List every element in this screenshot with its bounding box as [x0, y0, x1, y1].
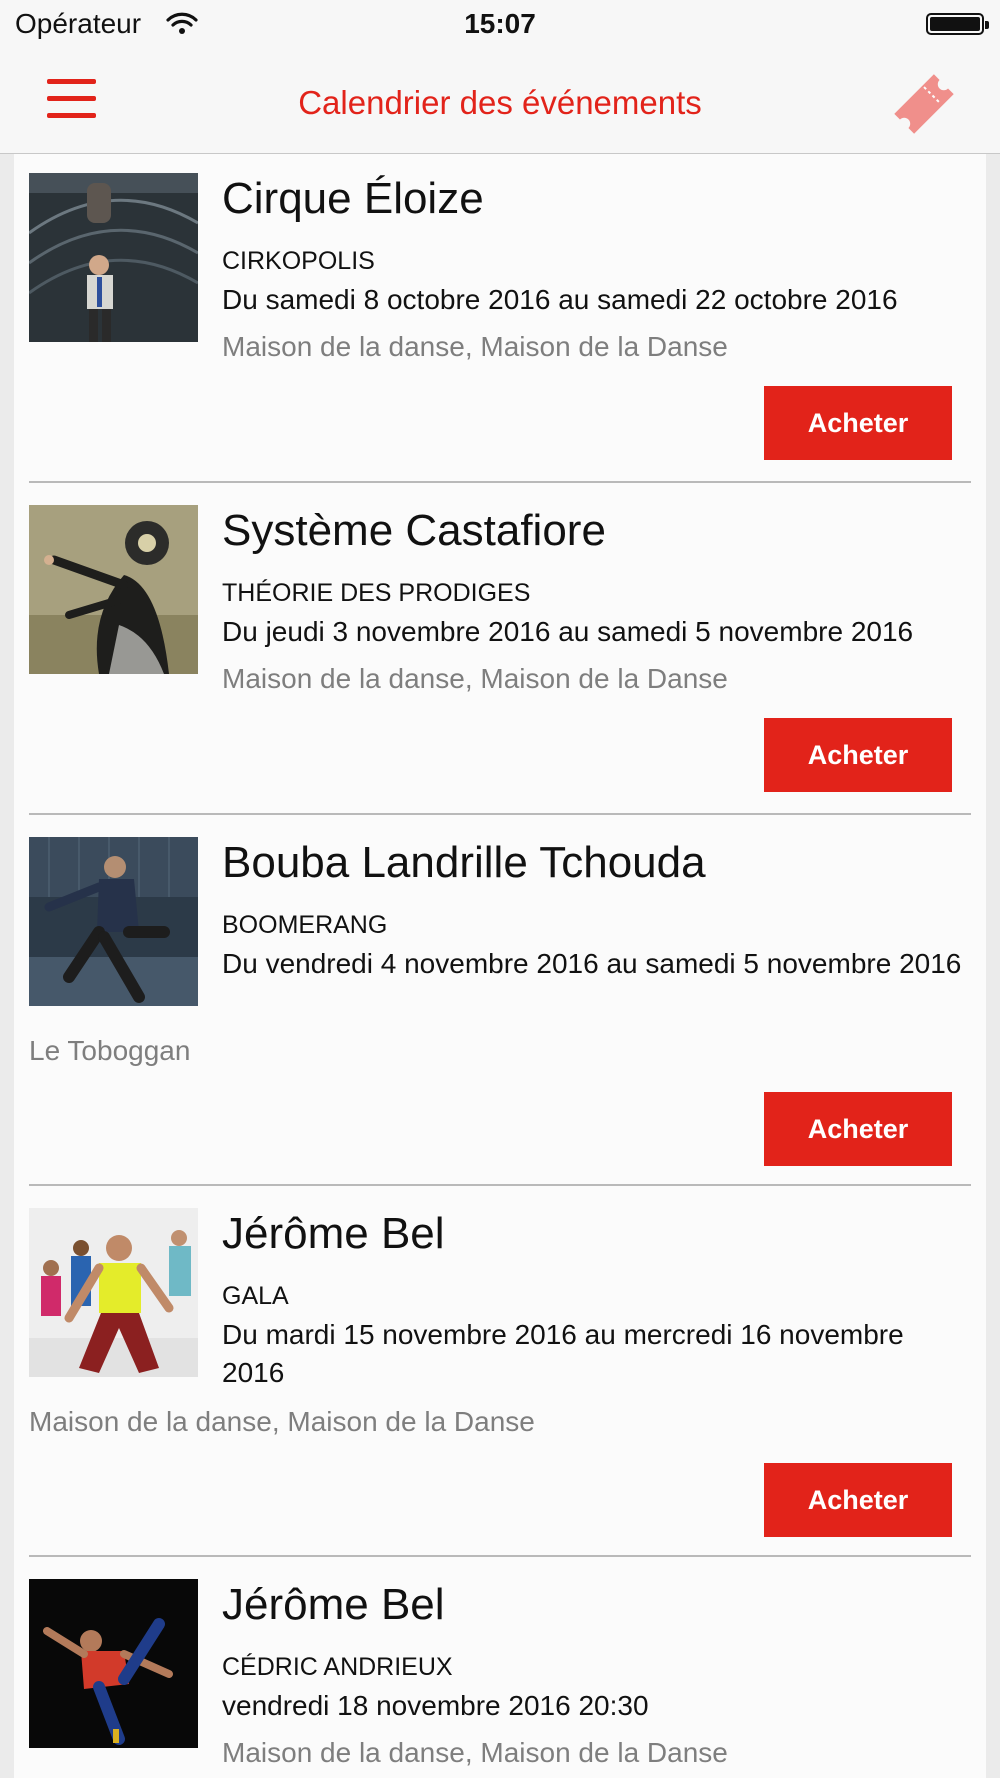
event-item[interactable]: Bouba Landrille Tchouda BOOMERANG Du ven…: [14, 818, 986, 1188]
page-title: Calendrier des événements: [298, 84, 702, 121]
event-date: vendredi 18 novembre 2016 20:30: [222, 1690, 649, 1721]
event-title: Système Castafiore: [222, 506, 606, 555]
event-title: Jérôme Bel: [222, 1209, 445, 1258]
event-title: Cirque Éloize: [222, 174, 484, 223]
event-date: Du vendredi 4 novembre 2016 au samedi 5 …: [222, 948, 962, 979]
event-venue: Maison de la danse, Maison de la Danse: [222, 1737, 728, 1768]
event-subtitle: GALA: [222, 1282, 289, 1310]
buy-button[interactable]: Acheter: [764, 386, 952, 460]
buy-button[interactable]: Acheter: [764, 1092, 952, 1166]
row-divider: [29, 1184, 971, 1186]
event-list[interactable]: Cirque Éloize CIRKOPOLIS Du samedi 8 oct…: [14, 154, 986, 1778]
battery-icon: [926, 13, 989, 35]
event-date: Du jeudi 3 novembre 2016 au samedi 5 nov…: [222, 616, 914, 647]
event-thumbnail: [29, 173, 198, 342]
event-title: Bouba Landrille Tchouda: [222, 838, 706, 887]
event-item[interactable]: Système Castafiore THÉORIE DES PRODIGES …: [14, 486, 986, 814]
event-item[interactable]: Jérôme Bel GALA Du mardi 15 novembre 201…: [14, 1189, 986, 1559]
event-title: Jérôme Bel: [222, 1580, 445, 1629]
event-thumbnail: [29, 505, 198, 674]
event-item[interactable]: Cirque Éloize CIRKOPOLIS Du samedi 8 oct…: [14, 154, 986, 482]
event-item[interactable]: Jérôme Bel CÉDRIC ANDRIEUX vendredi 18 n…: [14, 1560, 986, 1778]
row-divider: [29, 481, 971, 483]
event-subtitle: CÉDRIC ANDRIEUX: [222, 1653, 453, 1681]
status-time: 15:07: [464, 8, 536, 39]
row-divider: [29, 1555, 971, 1557]
event-date: Du samedi 8 octobre 2016 au samedi 22 oc…: [222, 284, 898, 315]
event-thumbnail: [29, 837, 198, 1006]
event-subtitle: BOOMERANG: [222, 911, 388, 939]
event-venue: Maison de la danse, Maison de la Danse: [222, 331, 728, 362]
event-thumbnail: [29, 1208, 198, 1377]
event-date: Du mardi 15 novembre 2016 au mercredi 16…: [222, 1319, 904, 1388]
buy-button[interactable]: Acheter: [764, 1463, 952, 1537]
event-subtitle: CIRKOPOLIS: [222, 247, 375, 275]
ticket-icon[interactable]: [888, 68, 960, 140]
buy-button[interactable]: Acheter: [764, 718, 952, 792]
row-divider: [29, 813, 971, 815]
event-thumbnail: [29, 1579, 198, 1748]
event-venue: Le Toboggan: [29, 1035, 191, 1066]
status-bar: Opérateur 15:07: [0, 0, 1000, 50]
event-venue: Maison de la danse, Maison de la Danse: [222, 663, 728, 694]
event-venue: Maison de la danse, Maison de la Danse: [29, 1406, 535, 1437]
navigation-bar: Calendrier des événements: [0, 50, 1000, 154]
event-subtitle: THÉORIE DES PRODIGES: [222, 579, 531, 607]
